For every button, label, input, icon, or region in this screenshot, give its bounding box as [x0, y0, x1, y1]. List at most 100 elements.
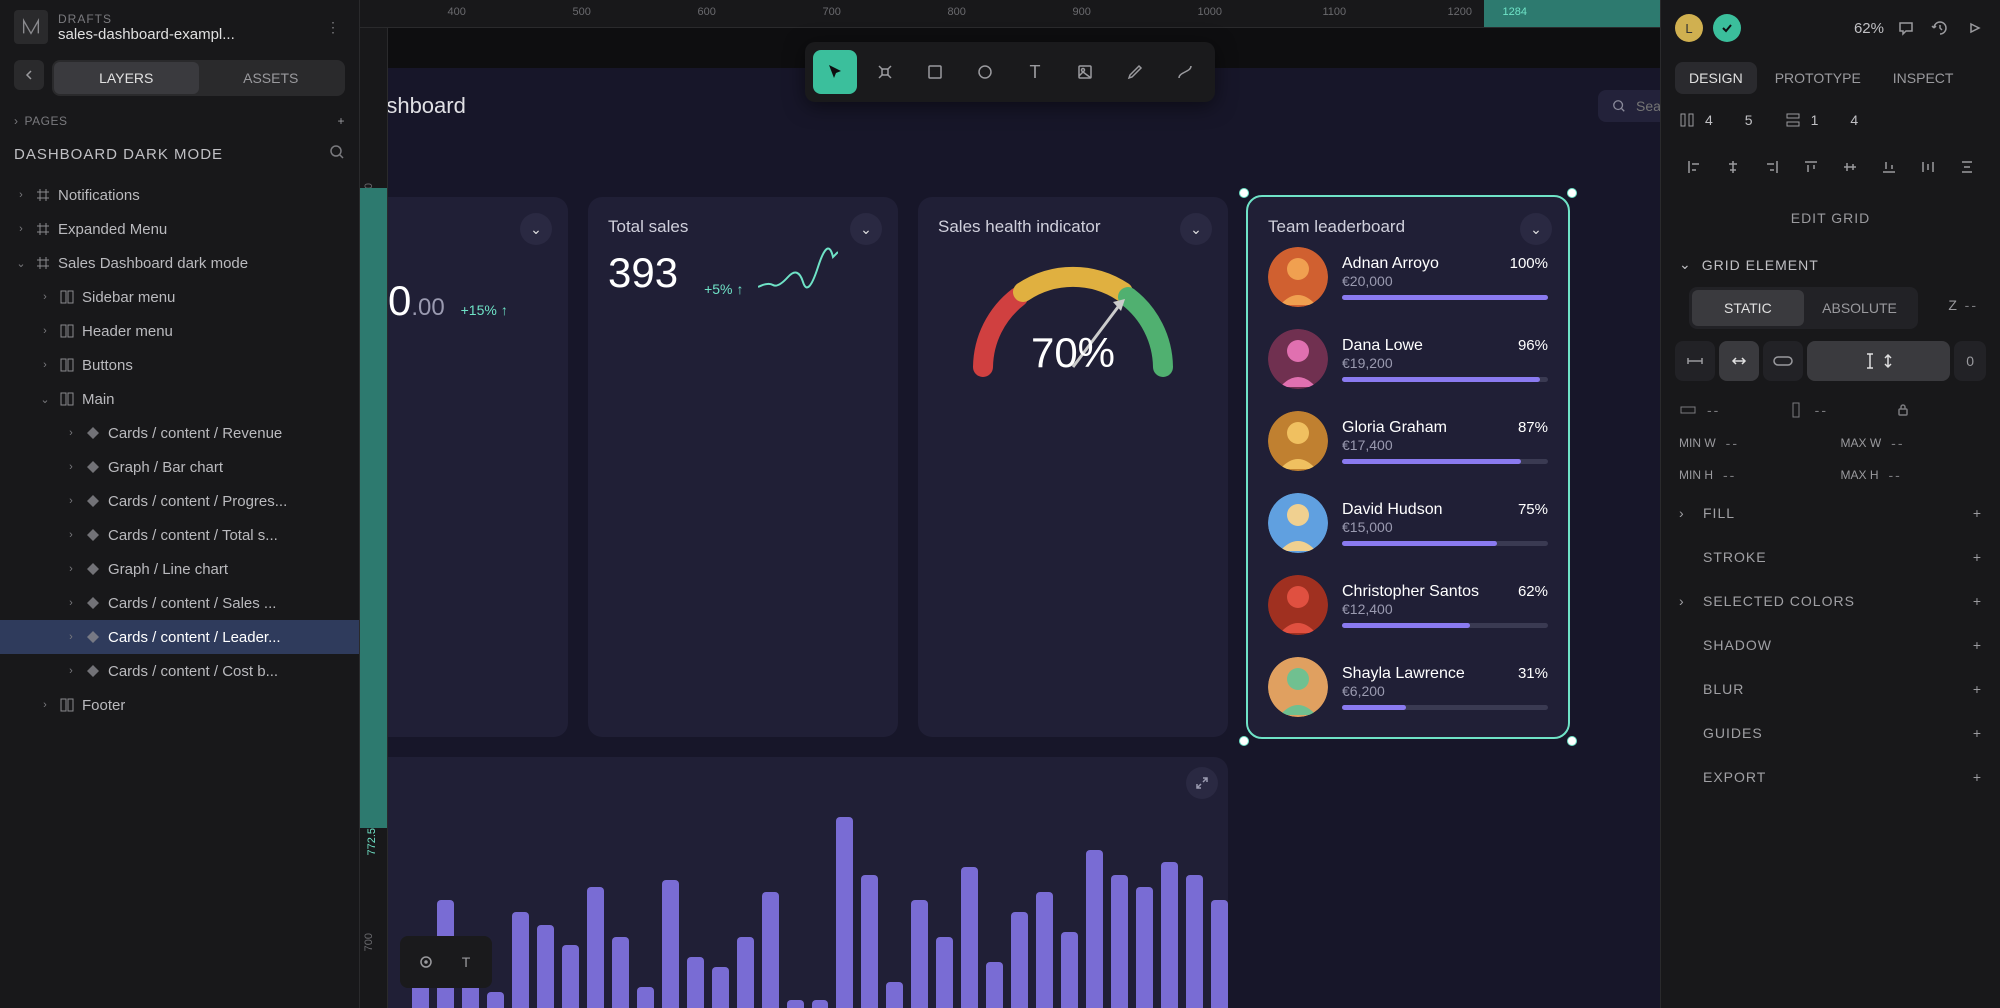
sizing-fill-icon[interactable] — [1763, 341, 1803, 381]
add-icon[interactable]: + — [1973, 593, 1982, 609]
layer-row[interactable]: ›Cards / content / Progres... — [0, 484, 359, 518]
leaderboard-card[interactable]: ⌄ Team leaderboard Adnan Arroyo€20,00010… — [1248, 197, 1568, 737]
assets-tab[interactable]: ASSETS — [199, 62, 344, 94]
layer-row[interactable]: ›Cards / content / Revenue — [0, 416, 359, 450]
grid-rows[interactable]: 5 — [1745, 112, 1753, 128]
layer-row[interactable]: ›Header menu — [0, 314, 359, 348]
stroke-section[interactable]: STROKE+ — [1661, 535, 2000, 579]
tree-caret-icon[interactable]: › — [64, 563, 78, 575]
absolute-tab[interactable]: ABSOLUTE — [1804, 290, 1916, 326]
layer-row[interactable]: ›Sidebar menu — [0, 280, 359, 314]
add-icon[interactable]: + — [1973, 637, 1982, 653]
card-menu-icon[interactable]: ⌄ — [850, 213, 882, 245]
search-field[interactable]: ⌘K — [1598, 90, 1660, 122]
sizing-hw-icon[interactable] — [1719, 341, 1759, 381]
max-w-input[interactable]: MAX W-- — [1841, 435, 1983, 451]
play-icon[interactable] — [1962, 16, 1986, 40]
frame-tool[interactable] — [863, 50, 907, 94]
sizing-h-icon[interactable] — [1675, 341, 1715, 381]
shadow-section[interactable]: SHADOW+ — [1661, 623, 2000, 667]
edit-grid-button[interactable]: EDIT GRID — [1661, 194, 2000, 242]
distribute-h-icon[interactable] — [1910, 150, 1947, 184]
image-tool[interactable] — [1063, 50, 1107, 94]
leaderboard-row[interactable]: Shayla Lawrence€6,20031% — [1268, 657, 1548, 717]
leaderboard-row[interactable]: David Hudson€15,00075% — [1268, 493, 1548, 553]
layer-row[interactable]: ⌄Sales Dashboard dark mode — [0, 246, 359, 280]
card-menu-icon[interactable]: ⌄ — [1520, 213, 1552, 245]
grid-element-section[interactable]: ⌄ GRID ELEMENT — [1661, 242, 2000, 287]
layer-row[interactable]: ›Cards / content / Cost b... — [0, 654, 359, 688]
rotation-input[interactable]: 0 — [1954, 341, 1986, 381]
tree-caret-icon[interactable]: › — [38, 359, 52, 371]
app-logo[interactable] — [14, 10, 48, 44]
revenue-card[interactable]: ⌄ 0.00 +15% ↑ — [388, 197, 568, 737]
layer-row[interactable]: ›Buttons — [0, 348, 359, 382]
height-input[interactable]: -- — [1787, 401, 1875, 419]
tree-caret-icon[interactable]: › — [38, 325, 52, 337]
tree-caret-icon[interactable]: › — [38, 699, 52, 711]
min-h-input[interactable]: MIN H-- — [1679, 467, 1821, 483]
width-input[interactable]: -- — [1679, 401, 1767, 419]
canvas[interactable]: 3004005006007008009001000110012001284167… — [360, 0, 1660, 1008]
distribute-v-icon[interactable] — [1949, 150, 1986, 184]
align-top-icon[interactable] — [1792, 150, 1829, 184]
zoom-text-icon[interactable]: T — [450, 946, 482, 978]
layer-row[interactable]: ›Graph / Line chart — [0, 552, 359, 586]
tree-caret-icon[interactable]: › — [38, 291, 52, 303]
history-icon[interactable] — [1928, 16, 1952, 40]
grid-col-span[interactable]: 1 — [1785, 112, 1819, 128]
ellipse-tool[interactable] — [963, 50, 1007, 94]
align-left-icon[interactable] — [1675, 150, 1712, 184]
health-card[interactable]: ⌄ Sales health indicator 70% — [918, 197, 1228, 737]
pages-caret-icon[interactable]: › PAGES — [14, 114, 67, 128]
user-avatar-l[interactable]: L — [1675, 14, 1703, 42]
grid-cols[interactable]: 4 — [1679, 112, 1713, 128]
curve-tool[interactable] — [1163, 50, 1207, 94]
add-icon[interactable]: + — [1973, 769, 1982, 785]
comment-icon[interactable] — [1894, 16, 1918, 40]
tree-caret-icon[interactable]: › — [64, 495, 78, 507]
blur-section[interactable]: BLUR+ — [1661, 667, 2000, 711]
tree-caret-icon[interactable]: ⌄ — [38, 393, 52, 406]
dashboard-artboard[interactable]: ...shboard ⌘K This month ⌄ ⌄ 0 — [388, 68, 1660, 1008]
filename[interactable]: sales-dashboard-exampl... — [58, 26, 311, 43]
search-layers-icon[interactable] — [329, 144, 345, 164]
tree-caret-icon[interactable]: › — [14, 223, 28, 235]
fill-section[interactable]: ›FILL+ — [1661, 491, 2000, 535]
ruler-horizontal[interactable]: 3004005006007008009001000110012001284167… — [360, 0, 1660, 28]
tree-caret-icon[interactable]: ⌄ — [14, 257, 28, 270]
add-page-icon[interactable]: + — [337, 114, 345, 128]
leaderboard-row[interactable]: Gloria Graham€17,40087% — [1268, 411, 1548, 471]
user-avatar-check[interactable] — [1713, 14, 1741, 42]
static-tab[interactable]: STATIC — [1692, 290, 1804, 326]
export-section[interactable]: EXPORT+ — [1661, 755, 2000, 799]
tree-caret-icon[interactable]: › — [64, 631, 78, 643]
layers-tab[interactable]: LAYERS — [54, 62, 199, 94]
card-menu-icon[interactable]: ⌄ — [520, 213, 552, 245]
search-input[interactable] — [1636, 98, 1660, 114]
align-vcenter-icon[interactable] — [1832, 150, 1869, 184]
leaderboard-row[interactable]: Adnan Arroyo€20,000100% — [1268, 247, 1548, 307]
inspect-tab[interactable]: INSPECT — [1879, 62, 1968, 94]
total-sales-card[interactable]: ⌄ Total sales 393 +5% ↑ — [588, 197, 898, 737]
sizing-v-icon[interactable] — [1807, 341, 1950, 381]
prototype-tab[interactable]: PROTOTYPE — [1761, 62, 1875, 94]
z-index[interactable]: Z -- — [1940, 287, 1986, 329]
align-right-icon[interactable] — [1753, 150, 1790, 184]
file-menu-icon[interactable]: ⋮ — [321, 15, 345, 39]
add-icon[interactable]: + — [1973, 549, 1982, 565]
tree-caret-icon[interactable]: › — [64, 597, 78, 609]
layer-row[interactable]: ›Expanded Menu — [0, 212, 359, 246]
cursor-tool[interactable] — [813, 50, 857, 94]
card-menu-icon[interactable]: ⌄ — [1180, 213, 1212, 245]
layer-row[interactable]: ⌄Main — [0, 382, 359, 416]
lock-aspect-icon[interactable] — [1894, 401, 1982, 419]
page-name[interactable]: DASHBOARD DARK MODE — [14, 146, 223, 163]
back-button[interactable] — [14, 60, 44, 90]
tree-caret-icon[interactable]: › — [64, 461, 78, 473]
tree-caret-icon[interactable]: › — [14, 189, 28, 201]
tree-caret-icon[interactable]: › — [64, 529, 78, 541]
min-w-input[interactable]: MIN W-- — [1679, 435, 1821, 451]
align-bottom-icon[interactable] — [1871, 150, 1908, 184]
layer-row[interactable]: ›Notifications — [0, 178, 359, 212]
